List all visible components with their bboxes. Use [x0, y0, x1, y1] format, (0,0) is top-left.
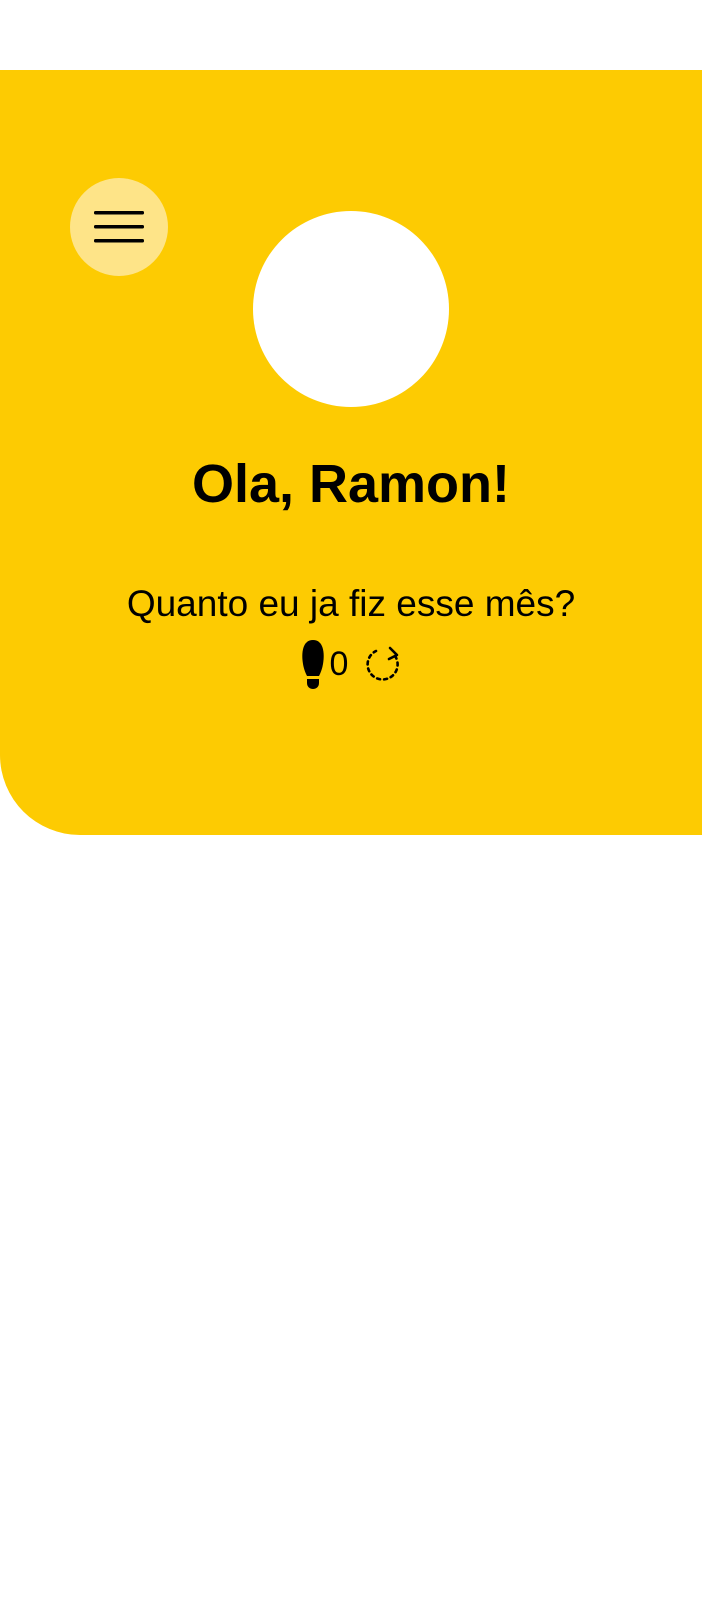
profile-header-card: Ola, Ramon! Quanto eu ja fiz esse mês? 0 [0, 70, 702, 835]
greeting-title: Ola, Ramon! [191, 454, 511, 514]
screen: Ola, Ramon! Quanto eu ja fiz esse mês? 0 [0, 0, 702, 1600]
menu-button[interactable] [70, 178, 168, 276]
hamburger-menu-icon [94, 211, 144, 243]
refresh-icon[interactable] [364, 644, 404, 684]
avatar[interactable] [253, 211, 449, 407]
monthly-progress-question: Quanto eu ja fiz esse mês? [126, 583, 576, 624]
steps-stat-row: 0 [0, 634, 702, 694]
footprints-icon [301, 640, 324, 689]
steps-count: 0 [329, 645, 349, 683]
